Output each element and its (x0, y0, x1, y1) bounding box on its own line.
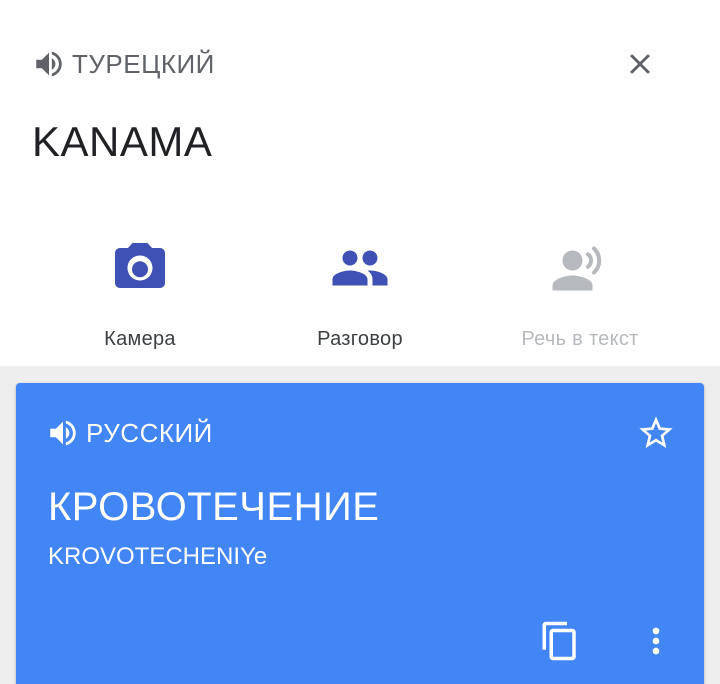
camera-button[interactable]: Камера (30, 238, 250, 358)
target-language-button[interactable]: РУССКИЙ (46, 415, 213, 451)
close-icon[interactable] (623, 47, 657, 81)
conversation-button[interactable]: Разговор (250, 238, 470, 358)
source-panel: ТУРЕЦКИЙ KANAMA Камера Разговор Речь в т… (0, 0, 720, 366)
copy-icon[interactable] (539, 620, 581, 662)
close-button[interactable] (612, 36, 668, 92)
copy-button[interactable] (534, 615, 586, 667)
target-language-label: РУССКИЙ (86, 417, 213, 448)
speaker-icon[interactable] (32, 47, 66, 81)
save-favorite-button[interactable] (630, 407, 682, 459)
input-actions: Камера Разговор Речь в текст (30, 238, 690, 358)
translation-card[interactable]: РУССКИЙ КРОВОТЕЧЕНИЕ KROVOTECHENIYe (16, 383, 704, 684)
translation-text: КРОВОТЕЧЕНИЕ (48, 485, 380, 529)
transcribe-label: Речь в текст (521, 328, 639, 350)
source-language-label: ТУРЕЦКИЙ (72, 48, 215, 79)
source-text[interactable]: KANAMA (32, 118, 212, 166)
camera-label: Камера (104, 328, 176, 350)
source-language-button[interactable]: ТУРЕЦКИЙ (32, 46, 215, 82)
translate-screen: ТУРЕЦКИЙ KANAMA Камера Разговор Речь в т… (0, 0, 720, 684)
transliteration-text: KROVOTECHENIYe (48, 543, 268, 570)
more-vert-icon[interactable] (636, 621, 676, 661)
transcribe-icon[interactable] (550, 238, 610, 298)
star-icon[interactable] (636, 413, 676, 453)
transcribe-button[interactable]: Речь в текст (470, 238, 690, 358)
conversation-icon[interactable] (330, 238, 390, 298)
camera-icon[interactable] (110, 238, 170, 298)
conversation-label: Разговор (317, 328, 403, 350)
more-options-button[interactable] (630, 615, 682, 667)
speaker-icon[interactable] (46, 416, 80, 450)
